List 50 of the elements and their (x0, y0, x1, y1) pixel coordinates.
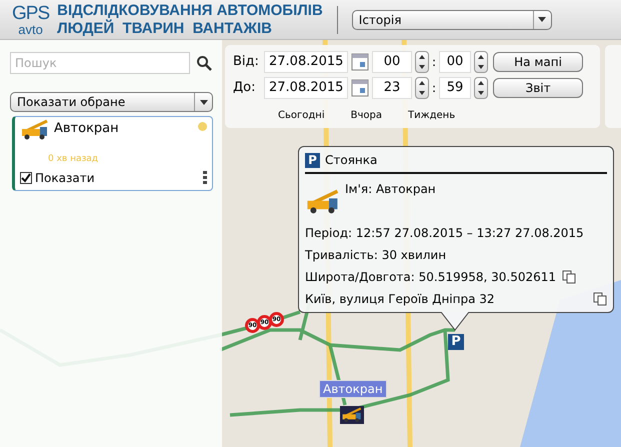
time-separator: : (432, 54, 436, 71)
crane-truck-icon (305, 188, 341, 216)
popup-title: Стоянка (325, 152, 378, 169)
search-icon[interactable] (196, 55, 212, 71)
vehicle-map-label[interactable]: Автокран (319, 380, 387, 398)
more-icon[interactable] (203, 170, 207, 184)
quick-range-link[interactable]: Вчора (350, 108, 382, 123)
show-checkbox[interactable] (20, 172, 32, 184)
time-spinner[interactable] (474, 51, 488, 73)
date-field[interactable]: 27.08.2015 (264, 77, 348, 99)
calendar-icon[interactable] (351, 53, 369, 71)
coordinates: Широта/Довгота: 50.519958, 30.502611 (305, 269, 556, 286)
date-label: Від: (233, 53, 260, 72)
parking-marker[interactable]: P (448, 334, 464, 350)
time-spinner[interactable] (415, 77, 429, 99)
time-spinner[interactable] (415, 51, 429, 73)
crane-truck-icon (20, 119, 50, 141)
title-line: ВІДСЛІДКОВУВАННЯ АВТОМОБІЛІВ (57, 2, 323, 18)
filter-select[interactable]: Показати обране (10, 92, 213, 112)
quick-range-link[interactable]: Тиждень (408, 108, 456, 123)
show-on-map-button[interactable]: На мапі (493, 52, 584, 72)
hour-field[interactable]: 23 (372, 77, 412, 99)
minute-field[interactable]: 00 (439, 51, 472, 73)
address: Київ, вулиця Героїв Дніпра 32 (305, 291, 495, 308)
caret-icon (538, 17, 546, 22)
parking-icon: P (305, 152, 320, 168)
parking-duration: Тривалість: 30 хвилин (305, 247, 448, 264)
time-separator: : (432, 80, 436, 97)
report-button[interactable]: Звіт (493, 78, 584, 98)
quick-range-link[interactable]: Сьогодні (278, 108, 325, 123)
parking-period: Період: 12:57 27.08.2015 – 13:27 27.08.2015 (305, 225, 585, 242)
show-label: Показати (35, 170, 96, 186)
mode-select[interactable]: Історія (352, 10, 552, 30)
hour-field[interactable]: 00 (372, 51, 412, 73)
date-label: До: (233, 79, 256, 98)
last-seen-time: 0 хв назад (48, 153, 100, 166)
date-field[interactable]: 27.08.2015 (264, 51, 348, 73)
vehicle-name: Ім'я: Автокран (345, 181, 436, 198)
copy-icon[interactable] (593, 292, 607, 306)
minute-field[interactable]: 59 (439, 77, 472, 99)
time-spinner[interactable] (474, 77, 488, 99)
vehicle-name: Автокран (54, 120, 120, 138)
copy-icon[interactable] (562, 270, 576, 284)
search-field[interactable]: Пошук (10, 52, 190, 74)
logo: GPS avto (12, 4, 50, 36)
calendar-icon[interactable] (351, 79, 369, 97)
crane-truck-icon (341, 407, 363, 423)
caret-icon (200, 100, 208, 104)
vehicle-card[interactable]: Автокран 0 хв назад Показати (12, 116, 213, 191)
title-line: ЛЮДЕЙ ТВАРИН ВАНТАЖІВ (57, 20, 273, 38)
